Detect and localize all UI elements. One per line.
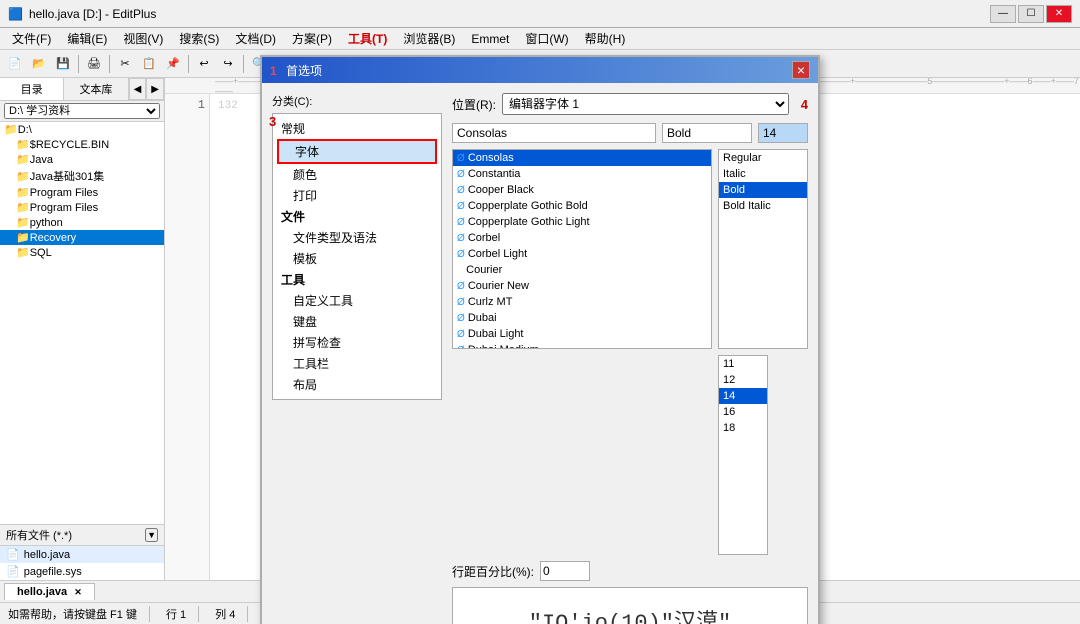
font-size-list[interactable]: 11 12 14 16 18 [718, 355, 768, 555]
cat-keyboard[interactable]: 键盘 [277, 311, 437, 332]
dialog-title-bar: 1 首选项 × [262, 57, 818, 83]
size-12[interactable]: 12 [719, 372, 767, 388]
font-list-copperplate-light[interactable]: Ø Copperplate Gothic Light [453, 214, 711, 230]
font-list-dubai[interactable]: Ø Dubai [453, 310, 711, 326]
cat-section-file: 文件 [277, 206, 437, 227]
cat-filetype[interactable]: 文件类型及语法 [277, 227, 437, 248]
font-list-consolas[interactable]: Ø Consolas [453, 150, 711, 166]
dialog-body: 分类(C): 3 常规 字体 颜色 打印 文件 文件类型及语法 模板 工具 自定… [262, 83, 818, 624]
dialog-close-button[interactable]: × [792, 61, 810, 79]
font-list-cooper[interactable]: Ø Cooper Black [453, 182, 711, 198]
category-label: 分类(C): [272, 93, 442, 109]
cat-general[interactable]: 常规 [277, 118, 437, 139]
font-list-constantia[interactable]: Ø Constantia [453, 166, 711, 182]
font-list-dubai-light[interactable]: Ø Dubai Light [453, 326, 711, 342]
cat-layout[interactable]: 布局 [277, 374, 437, 395]
preferences-dialog: 1 首选项 × 分类(C): 3 常规 字体 颜色 打印 文件 文件类型及语 [260, 55, 820, 624]
preview-text: "IO'io(10)"汉漠" [529, 604, 731, 624]
cat-toolbar[interactable]: 工具栏 [277, 353, 437, 374]
font-list-corbel-light[interactable]: Ø Corbel Light [453, 246, 711, 262]
position-select[interactable]: 编辑器字体 1 [502, 93, 789, 115]
step-number-4: 4 [801, 97, 808, 112]
font-size-input[interactable] [758, 123, 808, 143]
style-regular[interactable]: Regular [719, 150, 807, 166]
cat-template[interactable]: 模板 [277, 248, 437, 269]
size-11[interactable]: 11 [719, 356, 767, 372]
line-spacing-row: 行距百分比(%): [452, 561, 808, 581]
line-spacing-label: 行距百分比(%): [452, 563, 534, 580]
cat-spell-check[interactable]: 拼写检查 [277, 332, 437, 353]
size-18[interactable]: 18 [719, 420, 767, 436]
line-spacing-input[interactable] [540, 561, 590, 581]
step-number-1: 1 [270, 64, 277, 78]
size-14[interactable]: 14 [719, 388, 767, 404]
font-name-list[interactable]: Ø Consolas Ø Constantia Ø Cooper Black Ø… [452, 149, 712, 349]
font-settings-panel: 位置(R): 编辑器字体 1 4 Ø Consolas [452, 93, 808, 624]
dialog-overlay: 1 首选项 × 分类(C): 3 常规 字体 颜色 打印 文件 文件类型及语 [0, 0, 1080, 624]
font-input-row [452, 123, 808, 143]
cat-section-tool: 工具 [277, 269, 437, 290]
position-label: 位置(R): [452, 96, 496, 113]
size-16[interactable]: 16 [719, 404, 767, 420]
font-style-input[interactable] [662, 123, 752, 143]
step-number-3: 3 [269, 114, 276, 129]
dialog-title-text: 首选项 [286, 64, 322, 78]
font-name-input[interactable] [452, 123, 656, 143]
category-panel: 分类(C): 3 常规 字体 颜色 打印 文件 文件类型及语法 模板 工具 自定… [272, 93, 442, 624]
font-list-copperplate-bold[interactable]: Ø Copperplate Gothic Bold [453, 198, 711, 214]
cat-print[interactable]: 打印 [277, 185, 437, 206]
font-style-list[interactable]: Regular Italic Bold Bold Italic [718, 149, 808, 349]
font-lists: Ø Consolas Ø Constantia Ø Cooper Black Ø… [452, 149, 808, 555]
style-size-panel: Regular Italic Bold Bold Italic 11 12 14… [718, 149, 808, 555]
font-list-corbel[interactable]: Ø Corbel [453, 230, 711, 246]
style-italic[interactable]: Italic [719, 166, 807, 182]
position-row: 位置(R): 编辑器字体 1 4 [452, 93, 808, 115]
cat-color[interactable]: 颜色 [277, 164, 437, 185]
font-list-courier[interactable]: Courier [453, 262, 711, 278]
font-list-courier-new[interactable]: Ø Courier New [453, 278, 711, 294]
style-bold[interactable]: Bold [719, 182, 807, 198]
font-list-dubai-medium[interactable]: Ø Dubai Medium [453, 342, 711, 349]
cat-font[interactable]: 字体 [277, 139, 437, 164]
font-preview: "IO'io(10)"汉漠" [452, 587, 808, 624]
font-list-curlz[interactable]: Ø Curlz MT [453, 294, 711, 310]
category-tree: 3 常规 字体 颜色 打印 文件 文件类型及语法 模板 工具 自定义工具 键盘 … [272, 113, 442, 400]
style-bold-italic[interactable]: Bold Italic [719, 198, 807, 214]
cat-custom-tool[interactable]: 自定义工具 [277, 290, 437, 311]
